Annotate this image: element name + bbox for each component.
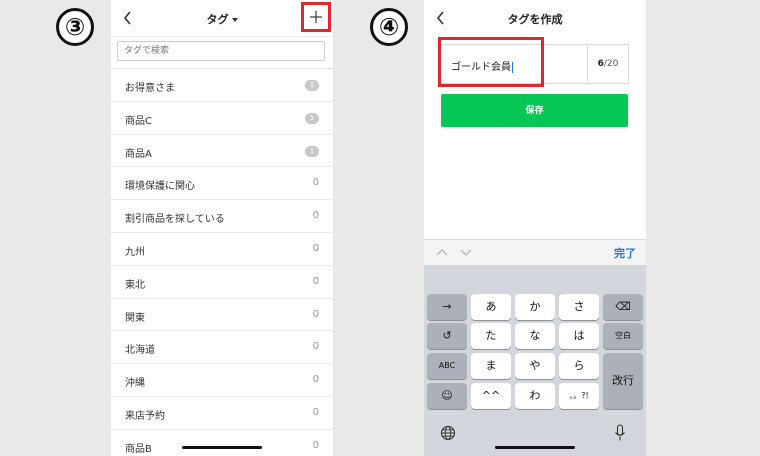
tag-count: 0: [312, 341, 319, 353]
tag-list-item[interactable]: 沖縄 0: [111, 364, 333, 397]
key-undo[interactable]: ↺: [427, 323, 467, 349]
caret-down-icon: [231, 18, 238, 22]
globe-icon[interactable]: [440, 425, 456, 441]
tag-label: 割引商品を探している: [125, 214, 225, 226]
tag-count: 0: [312, 308, 319, 320]
character-counter: 6/20: [587, 44, 629, 84]
tag-count: 1: [305, 145, 319, 157]
save-button[interactable]: 保存: [441, 94, 628, 127]
key-punctuation[interactable]: 、。?!: [559, 383, 599, 409]
tag-count: 1: [305, 80, 319, 91]
home-indicator: [182, 446, 262, 449]
step-marker-3: ③: [56, 8, 94, 46]
tag-label: 東北: [125, 279, 145, 291]
tag-list-item[interactable]: 商品A 1: [111, 135, 333, 168]
key-ra[interactable]: ら: [559, 353, 599, 379]
page-title: タグを作成: [507, 13, 563, 26]
step-marker-4: ④: [370, 8, 408, 46]
chevron-down-icon[interactable]: [460, 247, 472, 257]
tag-list-item[interactable]: 商品B 0: [111, 430, 333, 456]
tag-list-item[interactable]: お得意さま 1: [111, 69, 333, 102]
delete-key[interactable]: ⌫: [603, 294, 643, 320]
tag-search-input[interactable]: [117, 41, 325, 61]
tag-count: 1: [305, 112, 319, 124]
tag-list-item[interactable]: 関東 0: [111, 299, 333, 332]
home-indicator: [495, 446, 575, 449]
tag-list-item[interactable]: 来店予約 0: [111, 397, 333, 430]
key-emoji[interactable]: ☺: [427, 383, 467, 409]
key-a[interactable]: あ: [471, 294, 511, 320]
highlight-frame: [438, 37, 544, 87]
tag-label: 商品B: [125, 443, 152, 455]
tag-label: 来店予約: [125, 410, 165, 422]
done-button[interactable]: 完了: [614, 245, 636, 261]
microphone-icon[interactable]: [614, 424, 626, 442]
tag-list: お得意さま 1 商品C 1 商品A 1 環境保護に関心 0 割引商品を探している 0 九州 0 東北 0 関…: [111, 68, 333, 456]
key-abc[interactable]: ABC: [427, 353, 467, 379]
tag-list-item[interactable]: 九州 0: [111, 233, 333, 266]
tag-count: 0: [312, 275, 319, 287]
chevron-up-icon[interactable]: [436, 247, 448, 257]
tag-label: お得意さま: [125, 83, 175, 94]
key-next-arrow[interactable]: →: [427, 294, 467, 320]
tag-count: 0: [312, 374, 319, 386]
key-ha[interactable]: は: [559, 323, 599, 349]
tag-list-item[interactable]: 北海道 0: [111, 331, 333, 365]
key-ya[interactable]: や: [515, 353, 555, 379]
japanese-keyboard: → あかさ ⌫ ↺ たなは空白 ABC まやら改行 ☺ ^^ わ、。?!: [424, 265, 646, 456]
key-wa[interactable]: わ: [515, 383, 555, 409]
key-kaomoji[interactable]: ^^: [471, 383, 511, 409]
return-key[interactable]: 改行: [603, 353, 643, 409]
header: タグを作成: [424, 0, 646, 36]
create-tag-screen: タグを作成 ゴールド会員 6/20 保存 完了 → あかさ ⌫ ↺ たなは空白 ABC まや…: [424, 0, 646, 456]
header: タグ: [111, 0, 333, 37]
tag-count: 0: [312, 177, 319, 189]
key-na[interactable]: な: [515, 323, 555, 349]
tag-list-item[interactable]: 割引商品を探している 0: [111, 200, 333, 233]
tag-label: 環境保護に関心: [125, 181, 195, 193]
key-ma[interactable]: ま: [471, 353, 511, 379]
page-title[interactable]: タグ: [111, 11, 333, 27]
tag-label: 商品A: [125, 148, 152, 160]
tag-list-item[interactable]: 環境保護に関心 0: [111, 167, 333, 201]
add-tag-button[interactable]: [301, 2, 331, 32]
tag-list-item[interactable]: 商品C 1: [111, 102, 333, 135]
keyboard-accessory-bar: 完了: [424, 239, 646, 266]
tag-label: 九州: [125, 246, 145, 258]
key-ka[interactable]: か: [515, 294, 555, 320]
tag-label: 北海道: [125, 345, 155, 357]
tag-count: 0: [312, 439, 319, 451]
tag-label: 関東: [125, 312, 145, 324]
tag-label: 商品C: [125, 115, 152, 127]
tag-count: 0: [312, 242, 319, 254]
key-sa[interactable]: さ: [559, 294, 599, 320]
plus-icon: [310, 11, 322, 23]
key-ta[interactable]: た: [471, 323, 511, 349]
tag-label: 沖縄: [125, 378, 145, 390]
tag-count: 0: [312, 210, 319, 222]
space-key[interactable]: 空白: [603, 323, 643, 349]
tag-list-screen: タグ お得意さま1商品C1商品A1環境保護に関心0割引商品を探している0九州0東…: [111, 0, 333, 456]
tag-count: 0: [312, 406, 319, 418]
tag-list-item[interactable]: 東北 0: [111, 266, 333, 299]
